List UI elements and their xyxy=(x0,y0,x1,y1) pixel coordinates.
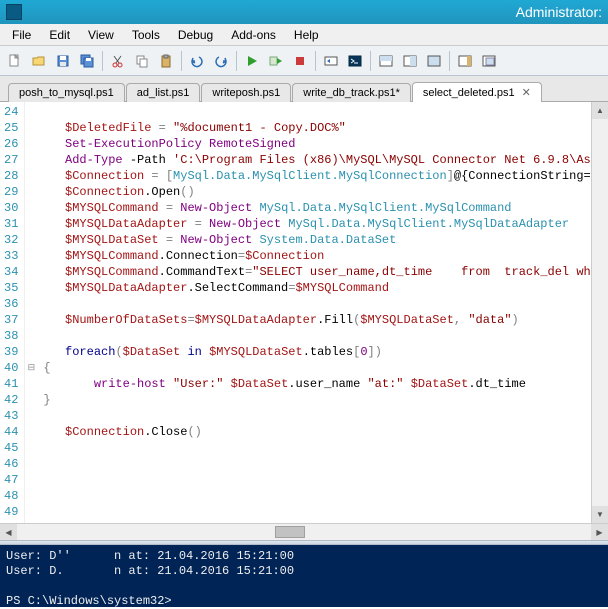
show-command-addon-button[interactable] xyxy=(454,50,476,72)
tab-label: posh_to_mysql.ps1 xyxy=(19,87,114,99)
undo-button[interactable] xyxy=(186,50,208,72)
tab-label: writeposh.ps1 xyxy=(212,87,280,99)
menu-help[interactable]: Help xyxy=(286,26,327,44)
toolbar xyxy=(0,46,608,76)
tab-label: ad_list.ps1 xyxy=(137,87,190,99)
tab-writeposh[interactable]: writeposh.ps1 xyxy=(201,83,291,102)
scroll-h-thumb[interactable] xyxy=(275,526,305,538)
scroll-right-button[interactable]: ▶ xyxy=(591,524,608,540)
start-powershell-button[interactable] xyxy=(344,50,366,72)
toolbar-separator xyxy=(370,51,371,71)
vertical-scrollbar[interactable]: ▲ ▼ xyxy=(591,102,608,523)
scroll-left-button[interactable]: ◀ xyxy=(0,524,17,540)
menu-debug[interactable]: Debug xyxy=(170,26,221,44)
toolbar-separator xyxy=(236,51,237,71)
scroll-track[interactable] xyxy=(592,119,608,506)
menu-edit[interactable]: Edit xyxy=(41,26,78,44)
new-button[interactable] xyxy=(4,50,26,72)
copy-button[interactable] xyxy=(131,50,153,72)
scroll-up-button[interactable]: ▲ xyxy=(592,102,608,119)
menu-addons[interactable]: Add-ons xyxy=(223,26,284,44)
console-pane[interactable]: User: D'' n at: 21.04.2016 15:21:00User:… xyxy=(0,545,608,607)
tab-label: write_db_track.ps1* xyxy=(303,87,400,99)
stop-button[interactable] xyxy=(289,50,311,72)
scroll-h-track[interactable] xyxy=(17,524,591,540)
toolbar-separator xyxy=(181,51,182,71)
save-all-button[interactable] xyxy=(76,50,98,72)
tab-posh-to-mysql[interactable]: posh_to_mysql.ps1 xyxy=(8,83,125,102)
line-number-gutter: 2425262728293031323334353637383940414243… xyxy=(0,102,25,523)
title-bar: Administrator: xyxy=(0,0,608,24)
paste-button[interactable] xyxy=(155,50,177,72)
show-script-pane-right-button[interactable] xyxy=(399,50,421,72)
redo-button[interactable] xyxy=(210,50,232,72)
menu-view[interactable]: View xyxy=(80,26,122,44)
menu-tools[interactable]: Tools xyxy=(124,26,168,44)
window-title: Administrator: xyxy=(516,4,602,20)
run-selection-button[interactable] xyxy=(265,50,287,72)
toolbar-separator xyxy=(449,51,450,71)
tab-bar: posh_to_mysql.ps1 ad_list.ps1 writeposh.… xyxy=(0,76,608,102)
show-script-pane-button[interactable] xyxy=(375,50,397,72)
code-editor[interactable]: $DeletedFile = "%document1 - Copy.DOC%" … xyxy=(37,102,591,523)
menu-bar: File Edit View Tools Debug Add-ons Help xyxy=(0,24,608,46)
editor-pane: 2425262728293031323334353637383940414243… xyxy=(0,102,608,523)
toolbar-separator xyxy=(315,51,316,71)
app-icon xyxy=(6,4,22,20)
tab-ad-list[interactable]: ad_list.ps1 xyxy=(126,83,201,102)
menu-file[interactable]: File xyxy=(4,26,39,44)
fold-gutter: ⊟ xyxy=(25,102,37,523)
show-command-window-button[interactable] xyxy=(478,50,500,72)
tab-write-db-track[interactable]: write_db_track.ps1* xyxy=(292,83,411,102)
open-button[interactable] xyxy=(28,50,50,72)
run-button[interactable] xyxy=(241,50,263,72)
cut-button[interactable] xyxy=(107,50,129,72)
close-icon[interactable]: ✕ xyxy=(522,86,531,99)
tab-select-deleted[interactable]: select_deleted.ps1 ✕ xyxy=(412,82,542,102)
new-remote-tab-button[interactable] xyxy=(320,50,342,72)
toolbar-separator xyxy=(102,51,103,71)
show-script-pane-max-button[interactable] xyxy=(423,50,445,72)
save-button[interactable] xyxy=(52,50,74,72)
horizontal-scrollbar[interactable]: ◀ ▶ xyxy=(0,523,608,540)
scroll-down-button[interactable]: ▼ xyxy=(592,506,608,523)
tab-label: select_deleted.ps1 xyxy=(423,87,515,99)
